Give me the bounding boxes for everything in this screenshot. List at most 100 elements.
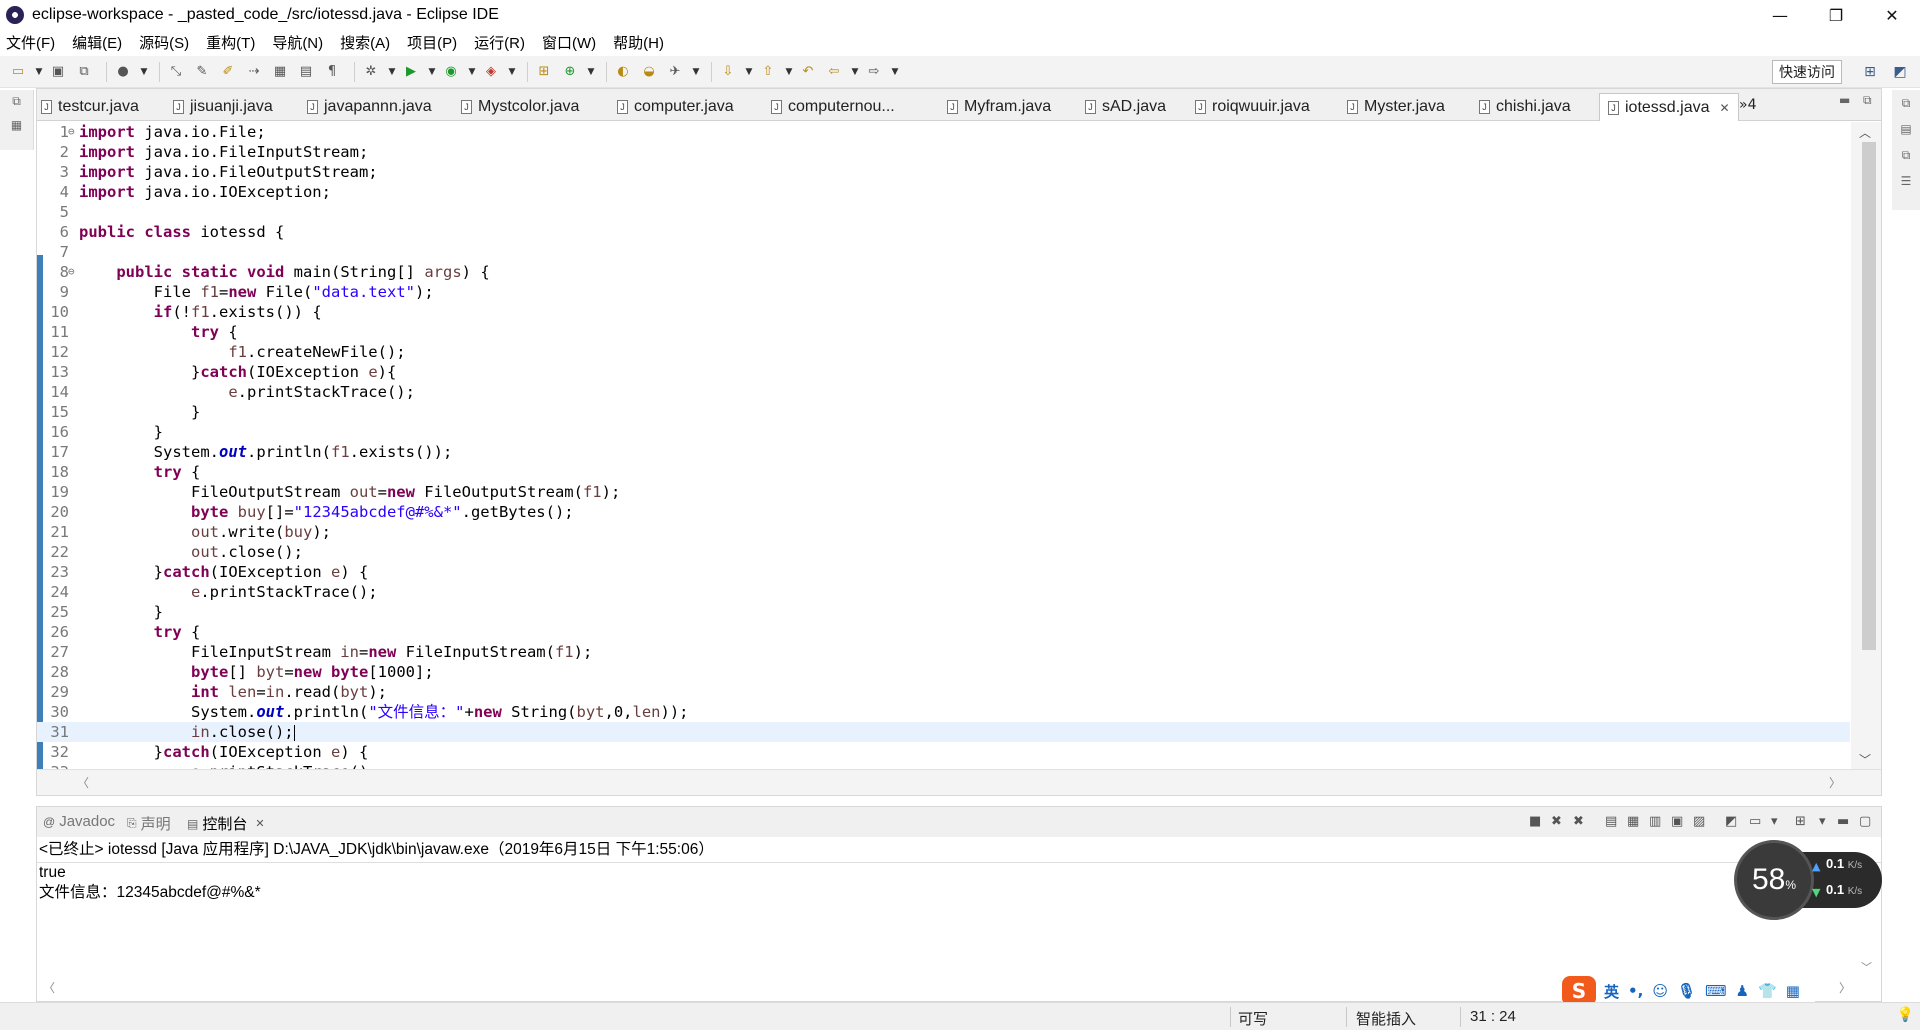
lightbulb-icon[interactable]: 💡 bbox=[1897, 1007, 1914, 1023]
package-explorer-icon[interactable]: ▦ bbox=[11, 118, 22, 142]
code-line[interactable]: 8 ⊖ public static void main(String[] args… bbox=[37, 262, 1850, 282]
editor-tab[interactable]: Jcomputer.java bbox=[617, 93, 734, 121]
display-console-icon[interactable]: ▭ bbox=[1749, 814, 1761, 829]
open-task-icon[interactable]: ◒ bbox=[639, 62, 659, 82]
code-line[interactable]: 6 public class iotessd { bbox=[37, 222, 1850, 242]
show-whitespace-icon[interactable]: ▤ bbox=[296, 62, 316, 82]
menu-search[interactable]: 搜索(A) bbox=[340, 32, 390, 53]
terminate-icon[interactable]: ■ bbox=[1529, 814, 1541, 829]
editor-horizontal-scrollbar[interactable]: 〈 〉 bbox=[37, 769, 1881, 795]
quick-access-input[interactable]: 快速访问 bbox=[1772, 60, 1842, 84]
editor-tab[interactable]: Jroiqwuuir.java bbox=[1195, 93, 1310, 121]
maximize-editor-icon[interactable]: ⧉ bbox=[1863, 93, 1872, 108]
coverage-dropdown-icon[interactable]: ▼ bbox=[467, 62, 477, 82]
profile-icon[interactable]: ● bbox=[113, 62, 133, 82]
code-line[interactable]: 23 }catch(IOException e) { bbox=[37, 562, 1850, 582]
forward-dropdown-icon[interactable]: ▼ bbox=[890, 62, 900, 82]
remove-all-terminated-icon[interactable]: ✖ bbox=[1573, 814, 1584, 829]
scroll-left-icon[interactable]: 〈 bbox=[43, 979, 55, 996]
editor-tab[interactable]: JsAD.java bbox=[1085, 93, 1166, 121]
outline-icon[interactable]: ☰ bbox=[1901, 174, 1912, 200]
code-line[interactable]: 15 } bbox=[37, 402, 1850, 422]
back-dropdown-icon[interactable]: ▼ bbox=[850, 62, 860, 82]
show-on-output-icon[interactable]: ▣ bbox=[1671, 814, 1683, 829]
block-selection-icon[interactable]: ▦ bbox=[270, 62, 290, 82]
open-type-icon[interactable]: ◐ bbox=[613, 62, 633, 82]
menu-refactor[interactable]: 重构(T) bbox=[206, 32, 255, 53]
minimize-button[interactable]: — bbox=[1752, 0, 1808, 30]
close-tab-icon[interactable]: ✕ bbox=[1720, 101, 1730, 115]
scroll-left-icon[interactable]: 〈 bbox=[77, 774, 89, 791]
next-annotation-dropdown-icon[interactable]: ▼ bbox=[744, 62, 754, 82]
java-perspective-icon[interactable]: ◩ bbox=[1890, 62, 1910, 82]
tab-console[interactable]: ▤ 控制台 ✕ bbox=[187, 813, 265, 834]
tab-overflow-button[interactable]: »4 bbox=[1739, 97, 1756, 113]
code-line[interactable]: 32 }catch(IOException e) { bbox=[37, 742, 1850, 762]
editor-tab[interactable]: Jjisuanji.java bbox=[173, 93, 273, 121]
code-line[interactable]: 19 FileOutputStream out=new FileOutputSt… bbox=[37, 482, 1850, 502]
run-icon[interactable]: ▶ bbox=[401, 62, 421, 82]
editor-tab[interactable]: J Myfram.java bbox=[947, 93, 1051, 121]
code-line[interactable]: 1 ⊖ import java.io.File; bbox=[37, 122, 1850, 142]
emoji-icon[interactable]: ☺ bbox=[1652, 982, 1668, 1000]
keyboard-icon[interactable]: ⌨ bbox=[1705, 982, 1727, 1000]
code-line[interactable]: 21 out.write(buy); bbox=[37, 522, 1850, 542]
code-line[interactable]: 22 out.close(); bbox=[37, 542, 1850, 562]
new-dropdown-icon[interactable]: ▼ bbox=[34, 62, 44, 82]
close-tab-icon[interactable]: ✕ bbox=[255, 817, 264, 830]
restore-icon[interactable]: ⧉ bbox=[1902, 148, 1911, 174]
previous-annotation-icon[interactable]: ⇧ bbox=[758, 62, 778, 82]
fold-toggle-icon[interactable]: ⊖ bbox=[68, 262, 75, 282]
editor-tab[interactable]: J Mystcolor.java bbox=[461, 93, 579, 121]
menu-edit[interactable]: 编辑(E) bbox=[72, 32, 122, 53]
console-output[interactable]: true 文件信息：12345abcdef@#%&* bbox=[39, 863, 261, 903]
code-line[interactable]: 29 int len=in.read(byt); bbox=[37, 682, 1850, 702]
new-package-icon[interactable]: ⊞ bbox=[534, 62, 554, 82]
open-console-dropdown-icon[interactable]: ▾ bbox=[1819, 814, 1826, 829]
code-line[interactable]: 4 import java.io.IOException; bbox=[37, 182, 1850, 202]
code-line[interactable]: 3 import java.io.FileOutputStream; bbox=[37, 162, 1850, 182]
minimize-view-icon[interactable]: ▬ bbox=[1837, 814, 1849, 829]
show-on-error-icon[interactable]: ▨ bbox=[1693, 814, 1705, 829]
save-all-icon[interactable]: ⧉ bbox=[74, 62, 94, 82]
code-line[interactable]: 12 f1.createNewFile(); bbox=[37, 342, 1850, 362]
skin-icon[interactable]: 👕 bbox=[1758, 982, 1777, 1000]
search-icon[interactable]: ✈ bbox=[665, 62, 685, 82]
code-line[interactable]: 16 } bbox=[37, 422, 1850, 442]
code-line[interactable]: 26 try { bbox=[37, 622, 1850, 642]
code-line[interactable]: 20 byte buy[]="12345abcdef@#%&*".getByte… bbox=[37, 502, 1850, 522]
menu-file[interactable]: 文件(F) bbox=[6, 32, 55, 53]
scroll-right-icon[interactable]: 〉 bbox=[1829, 774, 1841, 791]
clear-console-icon[interactable]: ▤ bbox=[1605, 814, 1617, 829]
scroll-right-icon[interactable]: 〉 bbox=[1839, 979, 1851, 996]
code-line[interactable]: 2 import java.io.FileInputStream; bbox=[37, 142, 1850, 162]
code-line[interactable]: 27 FileInputStream in=new FileInputStrea… bbox=[37, 642, 1850, 662]
back-icon[interactable]: ⇦ bbox=[824, 62, 844, 82]
menu-run[interactable]: 运行(R) bbox=[474, 32, 525, 53]
scrollbar-thumb[interactable] bbox=[1862, 142, 1876, 650]
pilcrow-icon[interactable]: ¶ bbox=[322, 62, 342, 82]
annotation-icon[interactable]: ⇢ bbox=[244, 62, 264, 82]
code-line[interactable]: 9 File f1=new File("data.text"); bbox=[37, 282, 1850, 302]
restore-icon[interactable]: ⧉ bbox=[1902, 96, 1911, 122]
run-dropdown-icon[interactable]: ▼ bbox=[427, 62, 437, 82]
last-edit-icon[interactable]: ↶ bbox=[798, 62, 818, 82]
code-line[interactable]: 25 } bbox=[37, 602, 1850, 622]
skip-breakpoints-icon[interactable]: ⤡ bbox=[166, 62, 186, 82]
fold-toggle-icon[interactable]: ⊖ bbox=[68, 122, 75, 142]
next-annotation-icon[interactable]: ⇩ bbox=[718, 62, 738, 82]
highlight-icon[interactable]: ✐ bbox=[218, 62, 238, 82]
network-speed-widget[interactable]: 58% ▲ 0.1 K/s ▼ 0.1 K/s bbox=[1734, 840, 1882, 920]
tab-declaration[interactable]: ⎘ 声明 bbox=[127, 813, 171, 834]
coverage-icon[interactable]: ◉ bbox=[441, 62, 461, 82]
close-button[interactable]: ✕ bbox=[1864, 0, 1920, 30]
menu-window[interactable]: 窗口(W) bbox=[542, 32, 596, 53]
code-line[interactable]: 13 }catch(IOException e){ bbox=[37, 362, 1850, 382]
minimize-editor-icon[interactable]: ▬ bbox=[1839, 93, 1850, 107]
editor-tab[interactable]: Jjavapannn.java bbox=[307, 93, 432, 121]
menu-project[interactable]: 项目(P) bbox=[407, 32, 457, 53]
open-console-icon[interactable]: ⊞ bbox=[1795, 814, 1806, 829]
editor-tab[interactable]: Jchishi.java bbox=[1479, 93, 1571, 121]
scroll-down-icon[interactable]: ﹀ bbox=[1859, 751, 1871, 768]
scroll-up-icon[interactable]: ︿ bbox=[1859, 124, 1871, 141]
